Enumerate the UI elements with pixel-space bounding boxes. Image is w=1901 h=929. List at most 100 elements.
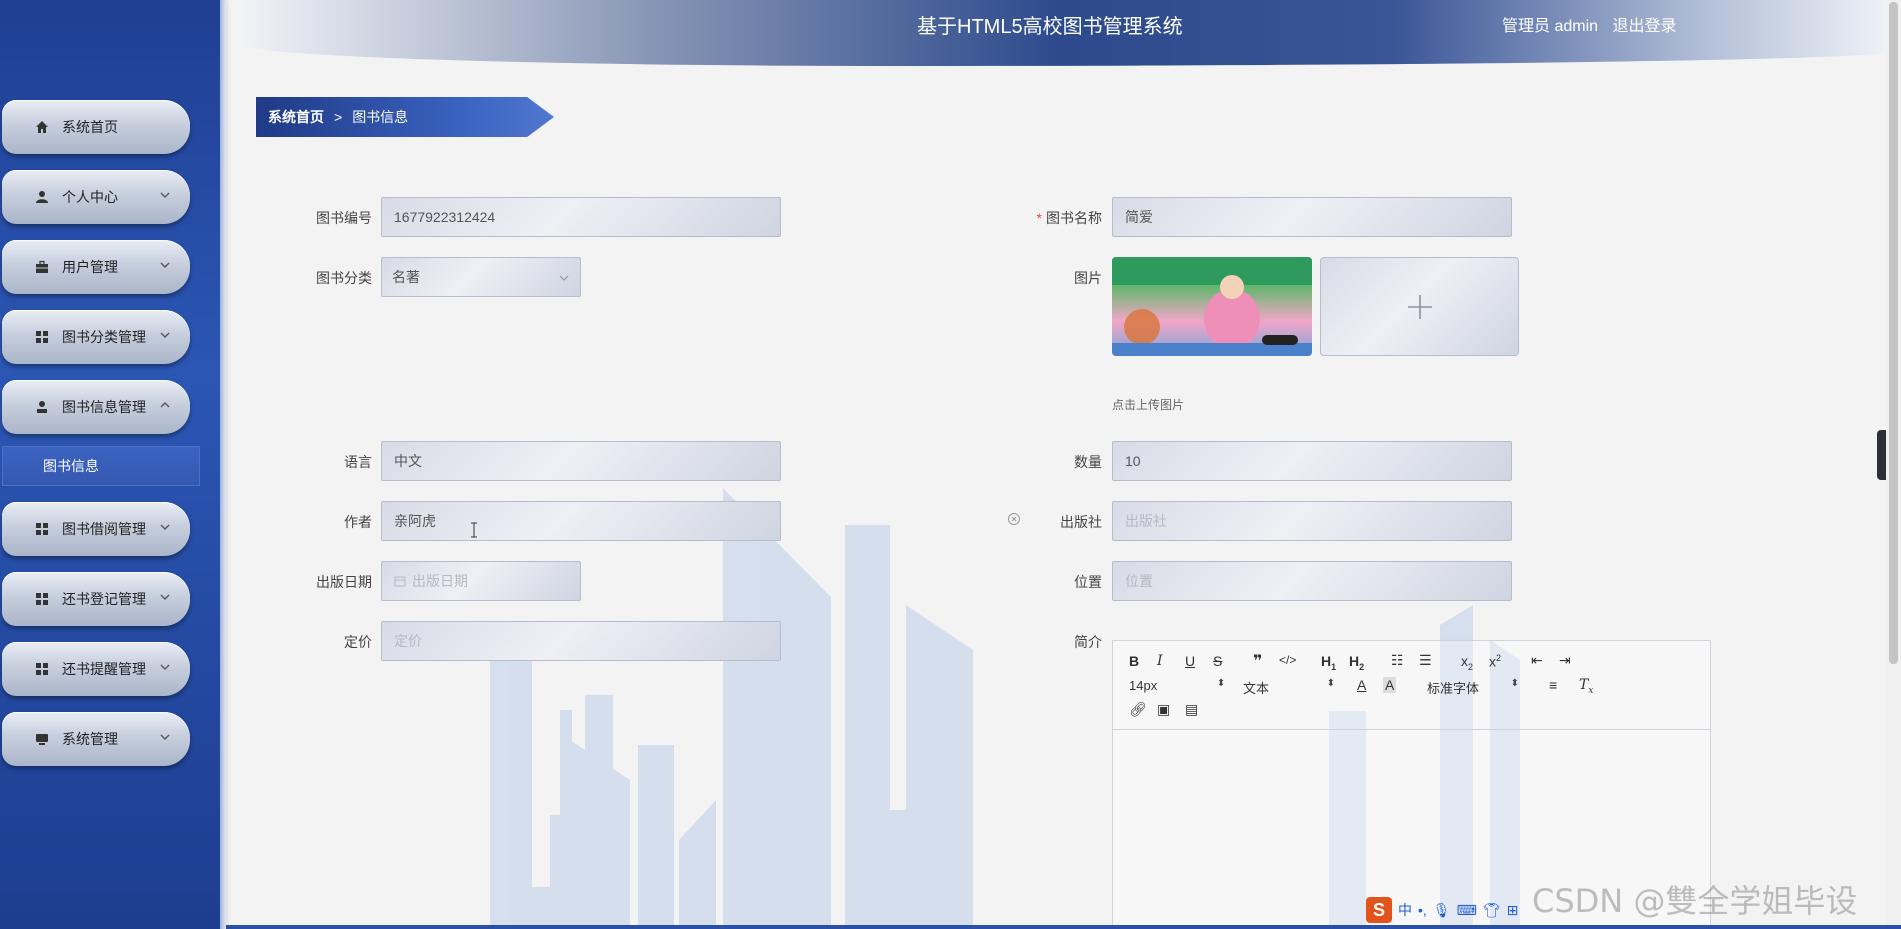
location-input[interactable]: 位置 (1112, 561, 1512, 601)
ime-toolbar[interactable]: S 中 •, 🎙︎ ⌨ 👕︎ ⊞ (1366, 896, 1518, 924)
link-icon[interactable]: 🔗︎ (1129, 701, 1147, 718)
sidebar-subitem-book-info[interactable]: 图书信息 (2, 446, 200, 486)
select-arrows-icon: ⬍ (1510, 678, 1520, 689)
book-cover-thumbnail[interactable] (1112, 257, 1312, 356)
grid-icon (34, 661, 50, 677)
sidebar-item-label: 用户管理 (62, 259, 118, 275)
grid-icon (34, 591, 50, 607)
outdent-icon[interactable]: ⇤ (1531, 652, 1543, 669)
briefcase-icon (34, 259, 50, 275)
strikethrough-icon[interactable]: S (1213, 653, 1222, 669)
intro-label: 简介 (1074, 634, 1102, 650)
keyboard-icon[interactable]: ⌨ (1457, 902, 1477, 919)
sidebar-item-borrow[interactable]: 图书借阅管理 (2, 502, 190, 556)
author-value: 亲阿虎 (394, 513, 436, 529)
font-family-select[interactable]: 标准字体 ⬍ (1427, 678, 1519, 697)
sidebar-item-book-category[interactable]: 图书分类管理 (2, 310, 190, 364)
category-label: 图书分类 (316, 270, 372, 286)
code-icon[interactable]: </> (1279, 653, 1296, 667)
sidebar-item-system[interactable]: 系统管理 (2, 712, 190, 766)
person-icon (34, 399, 50, 415)
quantity-value: 10 (1125, 453, 1141, 469)
price-input[interactable]: 定价 (381, 621, 781, 661)
price-label: 定价 (344, 634, 372, 650)
sidebar-item-label: 图书分类管理 (62, 329, 146, 345)
sidebar-menu: 系统首页 个人中心 用户管理 图书分类管理 图书信息管理 图书信息 图书借阅管理… (0, 100, 222, 782)
heading2-icon[interactable]: H2 (1349, 653, 1364, 672)
required-asterisk: * (1036, 210, 1042, 226)
video-icon[interactable]: ▤ (1185, 701, 1198, 718)
top-header: 基于HTML5高校图书管理系统 管理员 admin 退出登录 (240, 0, 1885, 66)
paragraph-value: 文本 (1243, 681, 1270, 696)
chevron-down-icon (559, 275, 569, 281)
publish-date-picker[interactable]: 出版日期 (381, 561, 581, 601)
home-icon (34, 119, 50, 135)
author-label: 作者 (344, 514, 372, 530)
image-icon[interactable]: ▣ (1157, 701, 1170, 718)
subscript-icon[interactable]: x2 (1461, 653, 1473, 672)
image-label: 图片 (1074, 270, 1102, 286)
user-icon (34, 189, 50, 205)
chevron-down-icon (160, 332, 170, 338)
italic-icon[interactable]: I (1157, 653, 1163, 669)
publisher-label: 出版社 (1060, 514, 1102, 530)
sidebar-item-label: 图书借阅管理 (62, 521, 146, 537)
category-value: 名著 (392, 269, 420, 285)
sidebar-item-home[interactable]: 系统首页 (2, 100, 190, 154)
book-name-value: 简爱 (1125, 209, 1153, 225)
sidebar-item-book-info[interactable]: 图书信息管理 (2, 380, 190, 434)
font-size-select[interactable]: 14px ⬍ (1129, 678, 1225, 693)
publisher-input[interactable]: 出版社 (1112, 501, 1512, 541)
microphone-icon[interactable]: 🎙︎ (1433, 902, 1451, 919)
indent-icon[interactable]: ⇥ (1559, 652, 1571, 669)
publish-date-placeholder: 出版日期 (412, 573, 468, 589)
page-scrollbar[interactable] (1886, 0, 1901, 929)
breadcrumb-current: 图书信息 (352, 109, 409, 125)
select-arrows-icon: ⬍ (1216, 678, 1226, 689)
logout-link[interactable]: 退出登录 (1612, 18, 1676, 35)
blockquote-icon[interactable]: ❞ (1253, 651, 1262, 671)
chevron-down-icon (160, 262, 170, 268)
skin-icon[interactable]: 👕︎ (1483, 902, 1501, 919)
superscript-icon[interactable]: x2 (1489, 653, 1501, 670)
sidebar-item-profile[interactable]: 个人中心 (2, 170, 190, 224)
category-select[interactable]: 名著 (381, 257, 581, 297)
heading1-icon[interactable]: H1 (1321, 653, 1336, 672)
author-input[interactable]: 亲阿虎 (381, 501, 781, 541)
text-cursor-icon (471, 522, 477, 538)
image-upload-button[interactable] (1320, 257, 1519, 356)
page-title: 基于HTML5高校图书管理系统 (917, 16, 1183, 38)
punctuation-icon[interactable]: •, (1418, 902, 1427, 918)
chevron-down-icon (160, 192, 170, 198)
scrollbar-thumb[interactable] (1889, 2, 1898, 664)
bullet-list-icon[interactable]: ☰ (1419, 652, 1432, 669)
sidebar-item-users[interactable]: 用户管理 (2, 240, 190, 294)
book-number-input[interactable]: 1677922312424 (381, 197, 781, 237)
background-color-icon[interactable]: A (1383, 677, 1397, 693)
ime-lang[interactable]: 中 (1398, 900, 1412, 920)
breadcrumb-home-link[interactable]: 系统首页 (268, 107, 324, 127)
grid-icon (34, 521, 50, 537)
underline-icon[interactable]: U (1185, 653, 1195, 669)
font-color-icon[interactable]: A (1357, 677, 1366, 693)
admin-user-label: 管理员 admin (1502, 18, 1599, 35)
editor-toolbar: B I U S ❞ </> H1 H2 ☷ ☰ x2 x2 ⇤ ⇥ 14px ⬍ … (1113, 641, 1710, 730)
sidebar-item-label: 还书登记管理 (62, 591, 146, 607)
sidebar-item-label: 个人中心 (62, 189, 118, 205)
book-name-input[interactable]: 简爱 (1112, 197, 1512, 237)
bold-icon[interactable]: B (1129, 653, 1139, 669)
sidebar-subitem-label: 图书信息 (43, 458, 99, 474)
paragraph-select[interactable]: 文本 ⬍ (1243, 678, 1335, 697)
sidebar-item-return-register[interactable]: 还书登记管理 (2, 572, 190, 626)
apps-icon[interactable]: ⊞ (1507, 902, 1519, 919)
sidebar-item-return-reminder[interactable]: 还书提醒管理 (2, 642, 190, 696)
ordered-list-icon[interactable]: ☷ (1391, 652, 1404, 669)
clear-format-icon[interactable]: Tx (1579, 677, 1593, 696)
font-family-value: 标准字体 (1427, 681, 1480, 696)
language-input[interactable]: 中文 (381, 441, 781, 481)
chevron-down-icon (160, 664, 170, 670)
align-icon[interactable]: ≡ (1549, 677, 1557, 693)
book-cover-illustration (1112, 257, 1312, 356)
sidebar: 系统首页 个人中心 用户管理 图书分类管理 图书信息管理 图书信息 图书借阅管理… (0, 0, 226, 929)
quantity-input[interactable]: 10 (1112, 441, 1512, 481)
